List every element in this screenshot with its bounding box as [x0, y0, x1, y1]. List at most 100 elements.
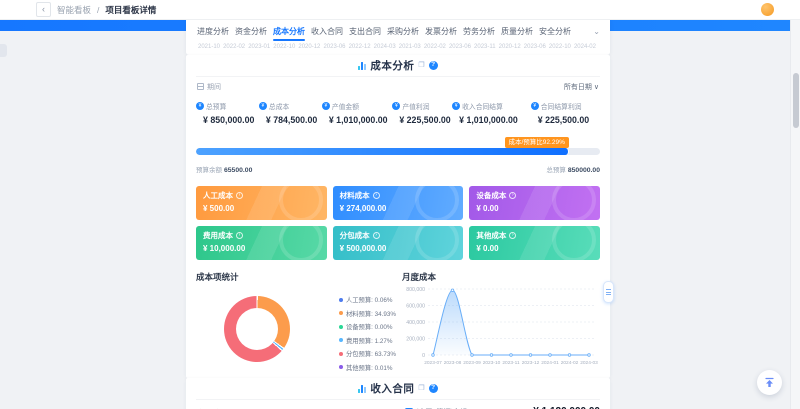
cost-card-4[interactable]: 费用成本›¥ 10,000.00 [196, 226, 327, 260]
tabs-row: 进度分析资金分析成本分析收入合同支出合同采购分析发票分析劳务分析质量分析安全分析… [194, 24, 602, 42]
cost-card-value: ¥ 10,000.00 [203, 244, 320, 253]
cost-card-5[interactable]: 分包成本›¥ 500,000.00 [333, 226, 464, 260]
cost-item-chart: 成本项统计 人工预算: 0.06%材料预算: 34.93%设备预算: 0.00%… [196, 271, 398, 378]
tab-5[interactable]: 支出合同 [346, 24, 384, 42]
metric-item: ¥产值利润¥ 225,500.00 [392, 101, 452, 125]
budget-left-value: 65500.00 [224, 167, 252, 174]
period-tick: 2021-10 [198, 44, 220, 50]
svg-text:0: 0 [422, 353, 425, 359]
cost-card-label-row: 人工成本› [203, 190, 320, 201]
legend-text: 人工预算: 0.06% [346, 295, 393, 304]
cost-card-label-row: 其他成本› [476, 230, 593, 241]
avatar[interactable] [761, 3, 774, 16]
help-icon[interactable]: ? [429, 61, 438, 70]
metric-head: ¥产值金额 [322, 101, 392, 111]
breadcrumb-current: 项目看板详情 [105, 4, 156, 16]
metric-label: 产值金额 [332, 101, 359, 111]
cost-card-label: 其他成本 [476, 230, 506, 241]
tab-8[interactable]: 劳务分析 [460, 24, 498, 42]
svg-text:800,000: 800,000 [406, 287, 425, 293]
tabs-list: 进度分析资金分析成本分析收入合同支出合同采购分析发票分析劳务分析质量分析安全分析 [194, 24, 574, 42]
legend-text: 材料预算: 34.93% [346, 309, 396, 318]
chart-zoom-handle[interactable] [603, 281, 614, 303]
grip-icon [606, 289, 611, 290]
period-dropdown-value: 所有日期 [564, 82, 592, 92]
income-body: 合同台账 合同总数1签证总数1 (合同+签证)金额 ¥ 1,120,000.00… [196, 400, 600, 409]
metric-value: ¥ 225,500.00 [538, 115, 600, 125]
cost-card-label: 材料成本 [340, 190, 370, 201]
cost-card-label: 分包成本 [340, 230, 370, 241]
tab-1[interactable]: 进度分析 [194, 24, 232, 42]
breadcrumb-root[interactable]: 智能看板 [57, 4, 91, 16]
period-tick: 2021-03 [399, 44, 421, 50]
legend-item[interactable]: 人工预算: 0.06% [339, 295, 396, 304]
budget-ratio-badge: 成本/预算比92.29% [505, 137, 569, 148]
tab-9[interactable]: 质量分析 [498, 24, 536, 42]
tab-6[interactable]: 采购分析 [384, 24, 422, 42]
budget-right-value: 850000.00 [568, 167, 600, 174]
legend-dot [339, 365, 343, 369]
tab-2[interactable]: 资金分析 [232, 24, 270, 42]
legend-text: 设备预算: 0.00% [346, 322, 393, 331]
tab-3[interactable]: 成本分析 [270, 24, 308, 42]
legend-item[interactable]: 分包预算: 63.73% [339, 349, 396, 358]
period-tick: 2022-10 [273, 44, 295, 50]
back-to-top-button[interactable] [757, 370, 782, 395]
contract-ledger: 合同台账 合同总数1签证总数1 [196, 402, 401, 409]
coin-icon: ¥ [196, 102, 204, 110]
budget-right-label: 总预算 [546, 167, 566, 174]
sidebar-collapse-handle[interactable] [0, 44, 7, 57]
legend-dot [339, 352, 343, 356]
scrollbar-thumb[interactable] [793, 73, 799, 128]
legend-text: 其他预算: 0.01% [346, 363, 393, 372]
legend-item[interactable]: 设备预算: 0.00% [339, 322, 396, 331]
metric-label: 收入合同结算 [462, 101, 503, 111]
chevron-down-icon: ∨ [594, 83, 599, 91]
tab-10[interactable]: 安全分析 [536, 24, 574, 42]
cost-card-value: ¥ 0.00 [476, 244, 593, 253]
period-tick: 2023-06 [323, 44, 345, 50]
metric-head: ¥收入合同结算 [452, 101, 531, 111]
period-tick: 2022-02 [223, 44, 245, 50]
cost-card-label: 费用成本 [203, 230, 233, 241]
cost-card-2[interactable]: 材料成本›¥ 274,000.00 [333, 186, 464, 220]
cost-cards-grid: 人工成本›¥ 500.00材料成本›¥ 274,000.00设备成本›¥ 0.0… [196, 186, 600, 260]
tab-7[interactable]: 发票分析 [422, 24, 460, 42]
cost-card-1[interactable]: 人工成本›¥ 500.00 [196, 186, 327, 220]
cost-card-3[interactable]: 设备成本›¥ 0.00 [469, 186, 600, 220]
period-tick: 2022-12 [349, 44, 371, 50]
period-tick: 2024-02 [574, 44, 596, 50]
cost-card-value: ¥ 0.00 [476, 204, 593, 213]
cost-card-value: ¥ 274,000.00 [340, 204, 457, 213]
legend-item[interactable]: 材料预算: 34.93% [339, 309, 396, 318]
period-dropdown[interactable]: 所有日期 ∨ [564, 82, 599, 92]
metric-value: ¥ 1,010,000.00 [329, 115, 392, 125]
back-icon: ‹ [42, 5, 45, 14]
help-icon[interactable]: ? [429, 384, 438, 393]
legend-item[interactable]: 费用预算: 1.27% [339, 336, 396, 345]
chevron-down-icon[interactable]: ⌄ [591, 27, 602, 40]
metric-value: ¥ 784,500.00 [266, 115, 322, 125]
cost-card-label-row: 分包成本› [340, 230, 457, 241]
metric-label: 总成本 [269, 101, 289, 111]
svg-text:2023-08: 2023-08 [444, 360, 462, 366]
coin-icon: ¥ [259, 102, 267, 110]
metric-item: ¥总预算¥ 850,000.00 [196, 101, 259, 125]
cost-card-label: 设备成本 [476, 190, 506, 201]
svg-text:2024-03: 2024-03 [580, 360, 598, 366]
metric-head: ¥合同结算利润 [531, 101, 600, 111]
legend-text: 分包预算: 63.73% [346, 349, 396, 358]
tab-4[interactable]: 收入合同 [308, 24, 346, 42]
legend-item[interactable]: 其他预算: 0.01% [339, 363, 396, 372]
period-tick: 2022-02 [424, 44, 446, 50]
cost-card-6[interactable]: 其他成本› ¥ 0.00 [469, 226, 600, 260]
cost-analysis-card: 成本分析 ❐ ? 期间 所有日期 ∨ ¥总预算¥ 850,000.00¥总成本¥… [186, 55, 610, 378]
coin-icon: ¥ [452, 102, 460, 110]
svg-text:2023-12: 2023-12 [522, 360, 540, 366]
metric-value: ¥ 1,010,000.00 [459, 115, 531, 125]
back-button[interactable]: ‹ [36, 2, 51, 17]
svg-text:600,000: 600,000 [406, 304, 425, 310]
panel-icon: ❐ [418, 62, 424, 69]
monthly-chart-title: 月度成本 [402, 271, 600, 283]
chevron-right-icon: › [373, 232, 380, 239]
